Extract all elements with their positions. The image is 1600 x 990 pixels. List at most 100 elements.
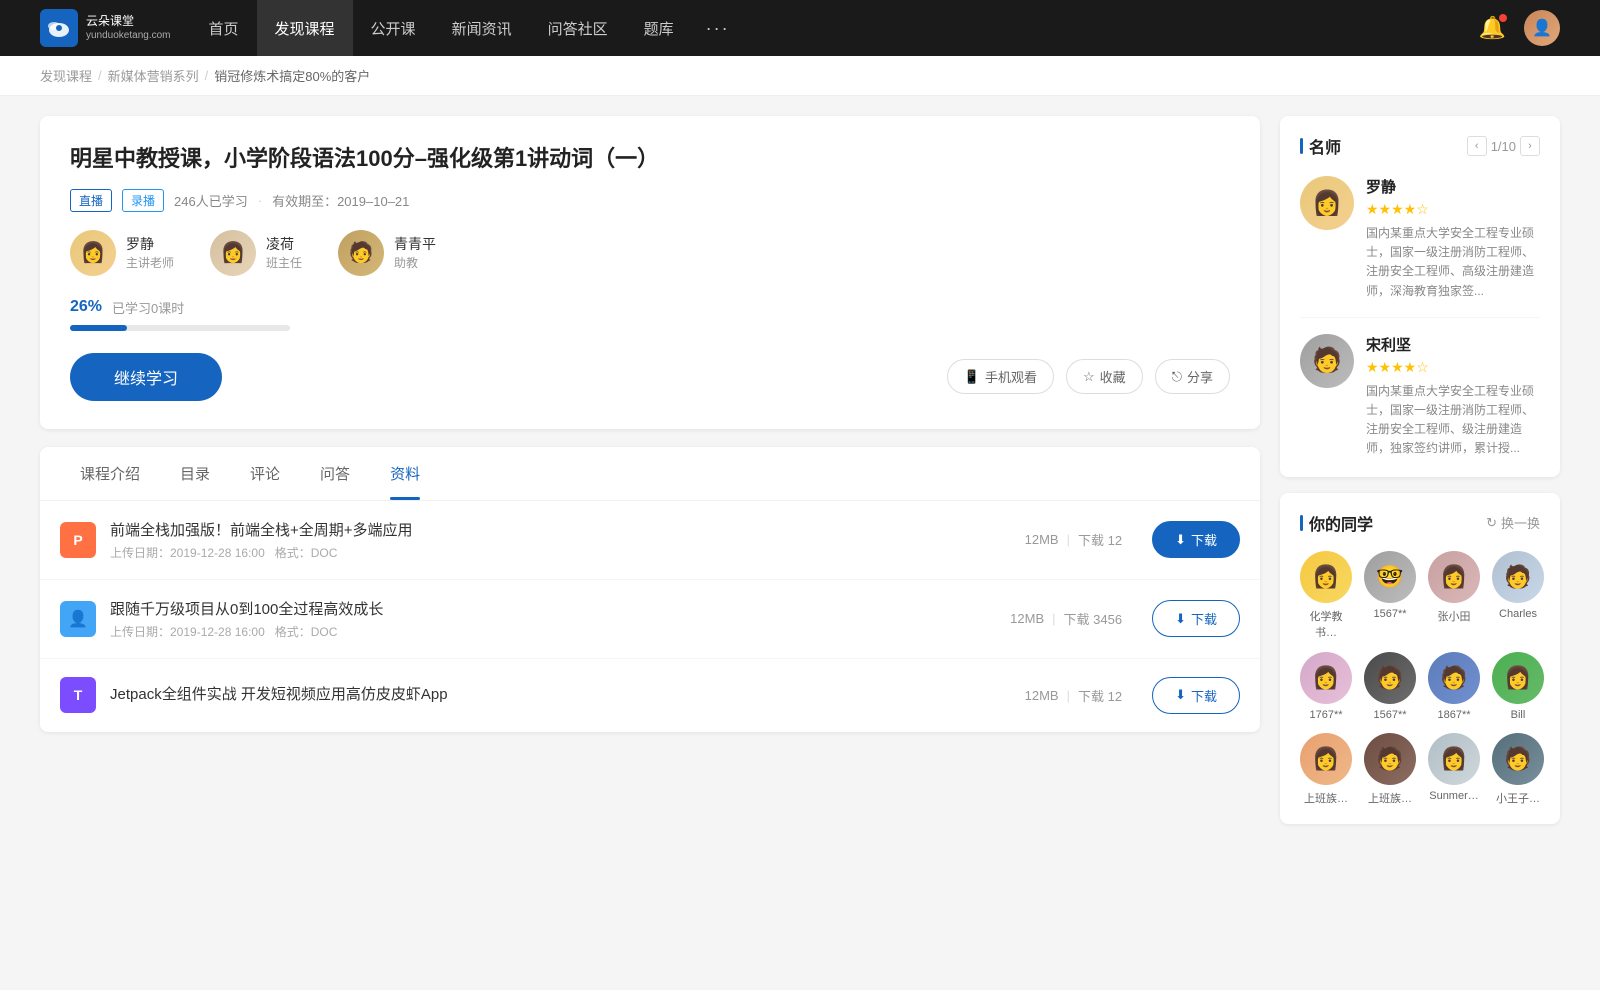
sidebar-teacher-1-desc: 国内某重点大学安全工程专业硕士，国家一级注册消防工程师、注册安全工程师、高级注册…	[1366, 224, 1540, 301]
tab-intro[interactable]: 课程介绍	[60, 447, 160, 500]
classmate-4[interactable]: 🧑 Charles	[1492, 551, 1544, 640]
nav-item-discover[interactable]: 发现课程	[257, 0, 353, 56]
classmates-grid: 👩 化学教书… 🤓 1567** 👩 张小田 🧑 Charles 👩	[1300, 551, 1540, 806]
tab-files[interactable]: 资料	[370, 447, 440, 500]
classmate-10[interactable]: 🧑 上班族…	[1364, 733, 1416, 806]
nav-item-qa[interactable]: 问答社区	[530, 0, 626, 56]
classmates-sidebar-box: 你的同学 ↻ 换一换 👩 化学教书… 🤓 1567** 👩	[1280, 493, 1560, 824]
share-button[interactable]: ⎋ 分享	[1155, 359, 1230, 394]
download-label-1: 下载	[1191, 530, 1217, 549]
teacher-2-role: 班主任	[266, 254, 302, 271]
tabs-nav: 课程介绍 目录 评论 问答 资料	[40, 447, 1260, 501]
classmate-2-avatar: 🤓	[1364, 551, 1416, 603]
progress-section: 26% 已学习0课时	[70, 298, 1230, 331]
collect-button[interactable]: ☆ 收藏	[1066, 359, 1143, 394]
teacher-2[interactable]: 👩 凌荷 班主任	[210, 230, 302, 276]
classmate-8-name: Bill	[1511, 709, 1526, 721]
classmate-9[interactable]: 👩 上班族…	[1300, 733, 1352, 806]
file-icon-2: 👤	[60, 601, 96, 637]
logo-text: 云朵课堂 yunduoketang.com	[86, 13, 171, 44]
file-name-3: Jetpack全组件实战 开发短视频应用高仿皮皮虾App	[110, 683, 995, 704]
file-meta-1: 上传日期：2019-12-28 16:00 格式：DOC	[110, 544, 995, 561]
sidebar-teacher-1-name: 罗静	[1366, 176, 1540, 197]
nav-item-news[interactable]: 新闻资讯	[434, 0, 530, 56]
classmate-3-name: 张小田	[1438, 608, 1471, 624]
classmate-12[interactable]: 🧑 小王子…	[1492, 733, 1544, 806]
collect-label: 收藏	[1100, 367, 1126, 386]
teachers-pagination: ‹ 1/10 ›	[1467, 136, 1540, 156]
tab-catalog[interactable]: 目录	[160, 447, 230, 500]
sidebar-teacher-2-avatar: 🧑	[1300, 334, 1354, 388]
course-dot: ·	[258, 193, 262, 208]
nav-item-more[interactable]: ···	[692, 0, 744, 56]
continue-learning-button[interactable]: 继续学习	[70, 353, 222, 401]
sidebar-teacher-2[interactable]: 🧑 宋利坚 ★★★★☆ 国内某重点大学安全工程专业硕士，国家一级注册消防工程师、…	[1300, 334, 1540, 459]
classmate-4-name: Charles	[1499, 608, 1537, 620]
classmate-3[interactable]: 👩 张小田	[1428, 551, 1480, 640]
file-item-3: T Jetpack全组件实战 开发短视频应用高仿皮皮虾App 12MB | 下载…	[40, 659, 1260, 732]
classmate-12-name: 小王子…	[1496, 790, 1540, 806]
teachers-sidebar-header: 名师 ‹ 1/10 ›	[1300, 134, 1540, 158]
sidebar-teacher-1[interactable]: 👩 罗静 ★★★★☆ 国内某重点大学安全工程专业硕士，国家一级注册消防工程师、注…	[1300, 176, 1540, 318]
course-students: 246人已学习	[174, 191, 248, 210]
classmate-11[interactable]: 👩 Sunmer…	[1428, 733, 1480, 806]
classmate-1-name: 化学教书…	[1300, 608, 1352, 640]
teachers-sidebar-title: 名师	[1300, 134, 1341, 158]
file-name-2: 跟随千万级项目从0到100全过程高效成长	[110, 598, 980, 619]
teacher-3-name: 青青平	[394, 234, 436, 254]
file-info-1: 前端全栈加强版！前端全栈+全周期+多端应用 上传日期：2019-12-28 16…	[110, 519, 995, 561]
mobile-watch-button[interactable]: 📱 手机观看	[947, 359, 1054, 394]
classmate-6[interactable]: 🧑 1567**	[1364, 652, 1416, 721]
teacher-3[interactable]: 🧑 青青平 助教	[338, 230, 436, 276]
file-item-1: P 前端全栈加强版！前端全栈+全周期+多端应用 上传日期：2019-12-28 …	[40, 501, 1260, 580]
classmate-2[interactable]: 🤓 1567**	[1364, 551, 1416, 640]
prev-teacher-button[interactable]: ‹	[1467, 136, 1487, 156]
classmate-3-avatar: 👩	[1428, 551, 1480, 603]
classmate-1[interactable]: 👩 化学教书…	[1300, 551, 1352, 640]
breadcrumb-discover[interactable]: 发现课程	[40, 66, 92, 85]
file-name-1: 前端全栈加强版！前端全栈+全周期+多端应用	[110, 519, 995, 540]
nav-item-open[interactable]: 公开课	[353, 0, 434, 56]
download-label-3: 下载	[1191, 686, 1217, 705]
breadcrumb-series[interactable]: 新媒体营销系列	[108, 66, 199, 85]
course-title: 明星中教授课，小学阶段语法100分–强化级第1讲动词（一）	[70, 144, 1230, 175]
notification-bell[interactable]: 🔔	[1479, 15, 1506, 41]
classmate-12-avatar: 🧑	[1492, 733, 1544, 785]
classmate-9-avatar: 👩	[1300, 733, 1352, 785]
download-button-3[interactable]: ⬇ 下载	[1152, 677, 1240, 714]
nav-item-quiz[interactable]: 题库	[626, 0, 692, 56]
tab-review[interactable]: 评论	[230, 447, 300, 500]
progress-percent: 26%	[70, 298, 102, 316]
action-buttons: 📱 手机观看 ☆ 收藏 ⎋ 分享	[947, 359, 1230, 394]
mobile-label: 手机观看	[985, 367, 1037, 386]
download-button-1[interactable]: ⬇ 下载	[1152, 521, 1240, 558]
teacher-1[interactable]: 👩 罗静 主讲老师	[70, 230, 174, 276]
refresh-button[interactable]: ↻ 换一换	[1486, 513, 1540, 532]
tab-qa[interactable]: 问答	[300, 447, 370, 500]
classmate-7-avatar: 🧑	[1428, 652, 1480, 704]
classmate-9-name: 上班族…	[1304, 790, 1348, 806]
classmate-8[interactable]: 👩 Bill	[1492, 652, 1544, 721]
classmates-header: 你的同学 ↻ 换一换	[1300, 511, 1540, 535]
teachers-sidebar-box: 名师 ‹ 1/10 › 👩 罗静 ★★★★☆ 国内某重点大学安全工程专业硕士，国…	[1280, 116, 1560, 477]
file-icon-1: P	[60, 522, 96, 558]
teacher-2-avatar: 👩	[210, 230, 256, 276]
course-card: 明星中教授课，小学阶段语法100分–强化级第1讲动词（一） 直播 录播 246人…	[40, 116, 1260, 429]
user-avatar[interactable]: 👤	[1524, 10, 1560, 46]
next-teacher-button[interactable]: ›	[1520, 136, 1540, 156]
file-info-2: 跟随千万级项目从0到100全过程高效成长 上传日期：2019-12-28 16:…	[110, 598, 980, 640]
classmate-7[interactable]: 🧑 1867**	[1428, 652, 1480, 721]
logo[interactable]: 云朵课堂 yunduoketang.com	[40, 9, 171, 47]
teacher-2-name: 凌荷	[266, 234, 302, 254]
progress-studied: 已学习0课时	[112, 298, 184, 317]
teacher-3-avatar: 🧑	[338, 230, 384, 276]
share-label: 分享	[1187, 367, 1213, 386]
teacher-3-role: 助教	[394, 254, 436, 271]
breadcrumb: 发现课程 / 新媒体营销系列 / 销冠修炼术搞定80%的客户	[0, 56, 1600, 96]
classmate-5[interactable]: 👩 1767**	[1300, 652, 1352, 721]
course-meta: 直播 录播 246人已学习 · 有效期至：2019–10–21	[70, 189, 1230, 212]
nav-item-home[interactable]: 首页	[191, 0, 257, 56]
classmate-7-name: 1867**	[1437, 709, 1470, 721]
classmate-6-avatar: 🧑	[1364, 652, 1416, 704]
download-button-2[interactable]: ⬇ 下载	[1152, 600, 1240, 637]
